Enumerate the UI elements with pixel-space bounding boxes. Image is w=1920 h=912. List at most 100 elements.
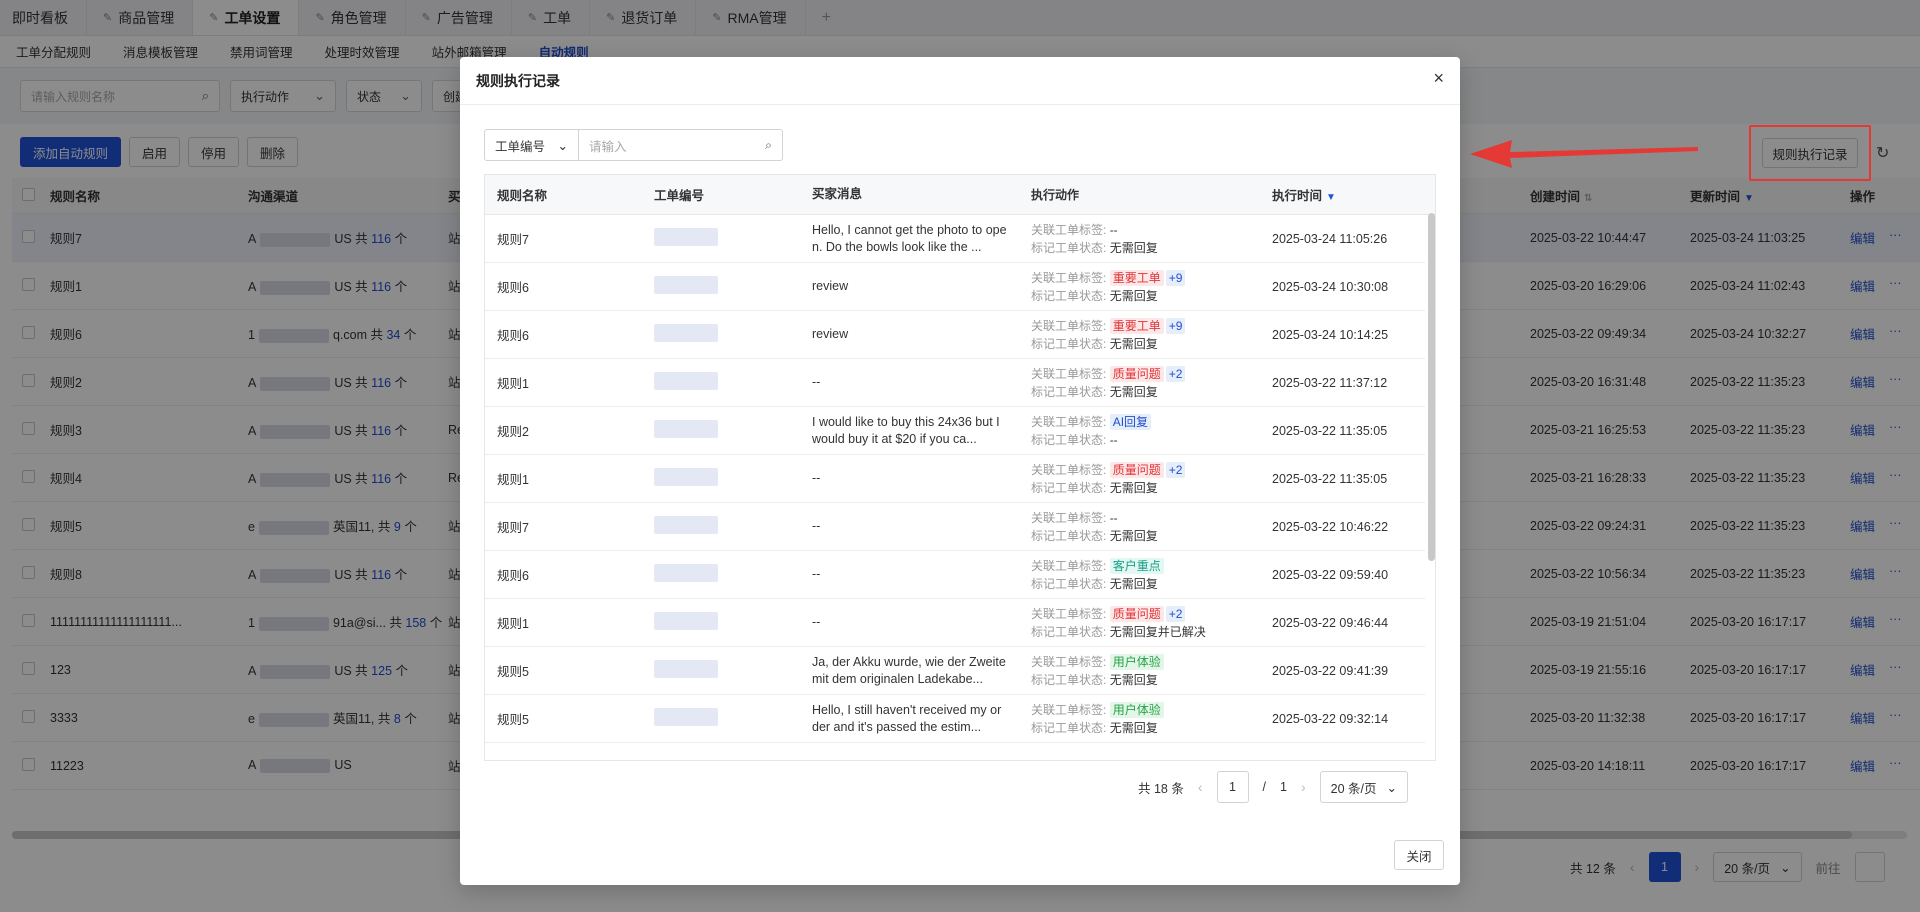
ticket-number[interactable] [642, 612, 800, 633]
more-tags-badge[interactable]: +2 [1165, 605, 1186, 622]
ticket-number[interactable] [642, 516, 800, 537]
exec-action: 关联工单标签: 质量问题 +2 标记工单状态: 无需回复并已解决 [1031, 605, 1206, 639]
redacted-ticket-number [654, 228, 718, 246]
rule-name: 规则1 [497, 617, 529, 631]
ticket-number[interactable] [642, 660, 800, 681]
annotation-highlight-box [1749, 125, 1871, 181]
ticket-tag: 重要工单 [1109, 317, 1164, 334]
rule-name: 规则5 [497, 665, 529, 679]
log-vertical-scrollbar[interactable] [1428, 213, 1436, 760]
table-row[interactable]: 规则6 review 关联工单标签: 重要工单 +9 标记工单状态: 无需回复 2025-… [485, 311, 1425, 359]
rule-name: 规则1 [497, 473, 529, 487]
table-row[interactable]: 规则2 I would like to buy this 24x36 but I … [485, 407, 1425, 455]
prev-page-icon[interactable]: ‹ [1198, 779, 1203, 795]
redacted-ticket-number [654, 612, 718, 630]
table-row[interactable]: 规则6 -- 关联工单标签: 客户重点 标记工单状态: 无需回复 2025-03-22 … [485, 551, 1425, 599]
log-table-header: 规则名称 工单编号 买家消息 执行动作 执行时间 ▼ [485, 175, 1435, 215]
col-rule-name: 规则名称 [497, 189, 548, 203]
ticket-number[interactable] [642, 228, 800, 249]
exec-action: 关联工单标签: 重要工单 +9 标记工单状态: 无需回复 [1019, 317, 1260, 353]
more-tags-badge[interactable]: +9 [1165, 317, 1186, 334]
search-field-select[interactable]: 工单编号 ⌄ [484, 129, 579, 161]
ticket-tag: 用户体验 [1109, 701, 1164, 718]
table-row[interactable]: 规则7 Hello, I cannot get the photo to open… [485, 215, 1425, 263]
exec-action: 关联工单标签: 客户重点 标记工单状态: 无需回复 [1019, 557, 1260, 593]
col-exec-time[interactable]: 执行时间 ▼ [1260, 185, 1425, 204]
redacted-ticket-number [654, 516, 718, 534]
ticket-tag: 重要工单 [1109, 269, 1164, 286]
log-search: 工单编号 ⌄ 请输入 ⌕ [484, 129, 783, 161]
modal-title: 规则执行记录 [476, 73, 560, 89]
ticket-number[interactable] [642, 708, 800, 729]
ticket-tag: 用户体验 [1109, 653, 1164, 670]
table-row[interactable]: 规则1 -- 关联工单标签: 质量问题 +2 标记工单状态: 无需回复并已解决 2025-… [485, 599, 1425, 647]
table-row[interactable]: 规则1 -- 关联工单标签: 质量问题 +2 标记工单状态: 无需回复 2025-03-2… [485, 359, 1425, 407]
exec-time: 2025-03-24 11:05:26 [1272, 231, 1388, 246]
rule-name: 规则5 [497, 713, 529, 727]
sort-desc-icon: ▼ [1326, 192, 1336, 203]
rule-name: 规则6 [497, 281, 529, 295]
exec-action: 关联工单标签: 用户体验 标记工单状态: 无需回复 [1019, 653, 1260, 689]
ticket-number[interactable] [642, 468, 800, 489]
col-exec-action: 执行动作 [1031, 187, 1080, 202]
exec-time: 2025-03-22 09:46:44 [1272, 615, 1389, 630]
buyer-message: I would like to buy this 24x36 but I wou… [812, 414, 1000, 446]
exec-time: 2025-03-24 10:30:08 [1272, 279, 1389, 294]
ticket-number[interactable] [642, 276, 800, 297]
table-row[interactable]: 规则5 Hello, I still haven't received my or… [485, 695, 1425, 743]
page-size-select[interactable]: 20 条/页 ⌄ [1319, 771, 1408, 803]
buyer-message: Hello, I still haven't received my order… [812, 702, 1002, 734]
execution-log-table: 规则名称 工单编号 买家消息 执行动作 执行时间 ▼ 规则7 Hello, I ca… [484, 174, 1436, 761]
more-tags-badge[interactable]: +9 [1165, 269, 1186, 286]
redacted-ticket-number [654, 324, 718, 342]
ticket-tag: 客户重点 [1109, 557, 1164, 574]
buyer-message: -- [812, 615, 821, 629]
exec-time: 2025-03-22 09:41:39 [1272, 663, 1389, 678]
rule-name: 规则2 [497, 425, 529, 439]
buyer-message: Ja, der Akku wurde, wie der Zweite mit d… [812, 654, 1006, 686]
rule-name: 规则6 [497, 569, 529, 583]
chevron-down-icon: ⌄ [1386, 780, 1397, 795]
ticket-search-input[interactable]: 请输入 ⌕ [579, 129, 783, 161]
rule-name: 规则7 [497, 233, 529, 247]
ticket-number[interactable] [642, 420, 800, 441]
exec-time: 2025-03-22 11:37:12 [1272, 375, 1388, 390]
exec-time: 2025-03-22 11:35:05 [1272, 423, 1388, 438]
table-row[interactable]: 规则1 -- 关联工单标签: 质量问题 +2 标记工单状态: 无需回复 2025-03-2… [485, 455, 1425, 503]
redacted-ticket-number [654, 660, 718, 678]
col-ticket-number: 工单编号 [654, 189, 705, 203]
exec-action: 关联工单标签: 重要工单 +9 标记工单状态: 无需回复 [1019, 269, 1260, 305]
ticket-number[interactable] [642, 324, 800, 345]
exec-time: 2025-03-22 11:35:05 [1272, 471, 1388, 486]
more-tags-badge[interactable]: +2 [1165, 365, 1186, 382]
exec-time: 2025-03-22 09:59:40 [1272, 567, 1389, 582]
search-icon: ⌕ [764, 137, 772, 152]
exec-time: 2025-03-22 09:32:14 [1272, 711, 1389, 726]
redacted-ticket-number [654, 420, 718, 438]
exec-action: 关联工单标签: -- 标记工单状态: 无需回复 [1031, 510, 1158, 543]
log-table-body: 规则7 Hello, I cannot get the photo to open… [485, 215, 1425, 760]
page-input[interactable]: 1 [1216, 771, 1249, 803]
ticket-number[interactable] [642, 372, 800, 393]
ticket-tag: 质量问题 [1109, 461, 1164, 478]
buyer-message: -- [812, 519, 821, 533]
exec-action: 关联工单标签: 质量问题 +2 标记工单状态: 无需回复 [1019, 365, 1260, 401]
annotation-arrow-icon [1470, 140, 1698, 168]
redacted-ticket-number [654, 564, 718, 582]
table-row[interactable]: Invest even $5 more on a differe...关联工单标… [485, 743, 1425, 760]
table-row[interactable]: 规则7 -- 关联工单标签: -- 标记工单状态: 无需回复 2025-03-22 10… [485, 503, 1425, 551]
next-page-icon[interactable]: › [1301, 779, 1306, 795]
rule-name: 规则1 [497, 377, 529, 391]
close-icon[interactable]: × [1433, 69, 1444, 87]
chevron-down-icon: ⌄ [557, 138, 568, 153]
ticket-number[interactable] [642, 564, 800, 585]
exec-action: 关联工单标签: AI回复 标记工单状态: -- [1019, 413, 1260, 449]
close-button[interactable]: 关闭 [1394, 840, 1444, 870]
ticket-tag: 质量问题 [1109, 605, 1164, 622]
table-row[interactable]: 规则5 Ja, der Akku wurde, wie der Zweite mi… [485, 647, 1425, 695]
table-row[interactable]: 规则6 review 关联工单标签: 重要工单 +9 标记工单状态: 无需回复 2025-… [485, 263, 1425, 311]
execution-log-modal: 规则执行记录 × 工单编号 ⌄ 请输入 ⌕ 规则名称 工单编号 买家消息 执行动… [460, 57, 1460, 885]
more-tags-badge[interactable]: +2 [1165, 461, 1186, 478]
exec-time: 2025-03-24 10:14:25 [1272, 327, 1389, 342]
ticket-tag: 质量问题 [1109, 365, 1164, 382]
